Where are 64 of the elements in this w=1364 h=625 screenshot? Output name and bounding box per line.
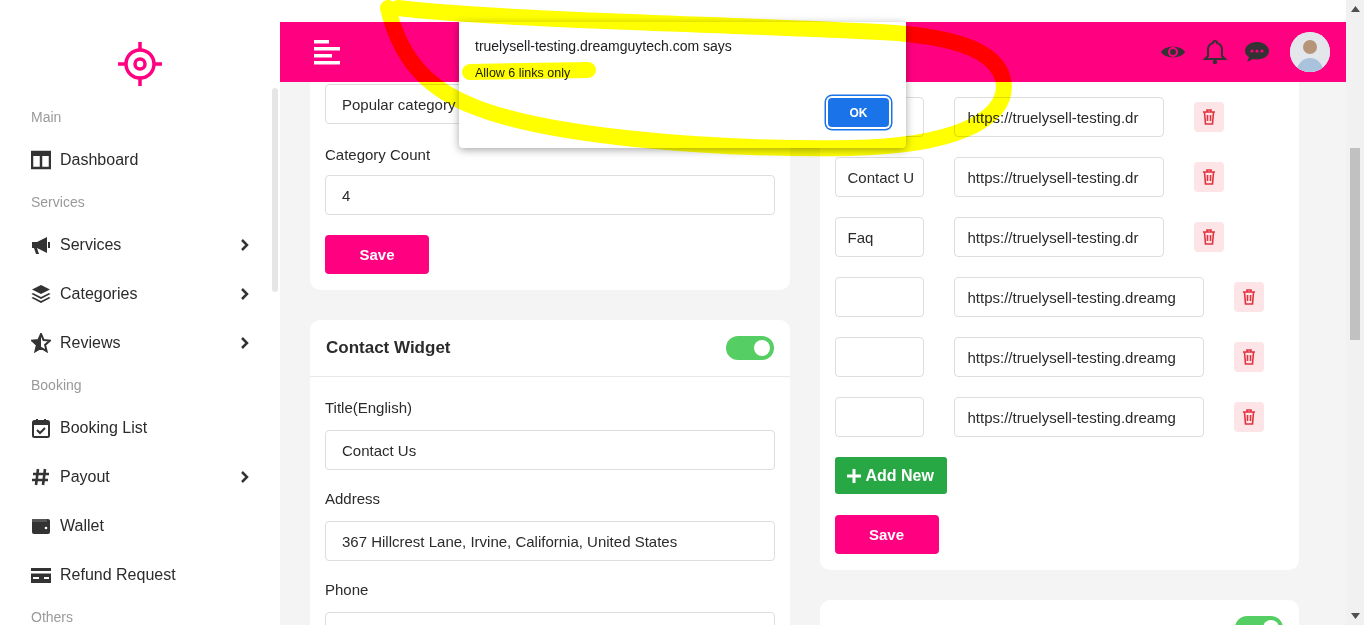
- field-label: Category Count: [325, 145, 432, 165]
- dialog-message: Allow 6 links only: [475, 66, 571, 80]
- dashboard-icon: [31, 149, 51, 170]
- save-button[interactable]: Save: [325, 235, 429, 274]
- chat-icon[interactable]: [1244, 39, 1270, 65]
- scrollbar[interactable]: [272, 88, 278, 292]
- sidebar-item[interactable]: Categories: [0, 269, 280, 318]
- sidebar-item[interactable]: Dashboard: [0, 135, 280, 184]
- trash-icon: [1241, 349, 1256, 365]
- trash-icon: [1201, 169, 1216, 185]
- plus-icon: [846, 468, 861, 483]
- input-field[interactable]: https://truelysell-testing.dr: [953, 157, 1164, 197]
- avatar[interactable]: [1290, 32, 1330, 72]
- toggle-switch[interactable]: [725, 336, 774, 360]
- trash-icon: [1241, 289, 1256, 305]
- menu-icon[interactable]: [314, 39, 342, 65]
- input-field[interactable]: 367 Hillcrest Lane, Irvine, California, United States: [325, 521, 775, 561]
- input-field[interactable]: Contact Us: [325, 430, 775, 470]
- input-field[interactable]: https://truelysell-testing.dreamg: [953, 277, 1204, 317]
- scroll-up-icon[interactable]: [1350, 6, 1360, 12]
- field-label: Phone: [325, 580, 370, 600]
- star-icon: [31, 332, 51, 353]
- trash-icon: [1241, 409, 1256, 425]
- card-title: Contact Widget: [326, 338, 451, 358]
- section-label: Booking: [31, 377, 82, 393]
- field-label: Title(English): [325, 398, 413, 418]
- megaphone-icon: [31, 234, 51, 255]
- target-logo: [116, 40, 164, 88]
- field-label: Address: [325, 489, 382, 509]
- calendar-check-icon: [31, 417, 51, 438]
- sidebar-item[interactable]: Reviews: [0, 318, 280, 367]
- hash-icon: [31, 466, 51, 487]
- input-field[interactable]: [834, 397, 924, 437]
- delete-button[interactable]: [1233, 342, 1264, 372]
- section-label: Main: [31, 109, 62, 125]
- trash-icon: [1201, 109, 1216, 125]
- sidebar-item[interactable]: Booking List: [0, 403, 280, 452]
- section-label: Services: [31, 194, 85, 210]
- input-field[interactable]: [834, 277, 924, 317]
- input-field[interactable]: https://truelysell-testing.dr: [953, 217, 1164, 257]
- section-label: Others: [31, 609, 73, 625]
- layers-icon: [31, 283, 51, 304]
- delete-button[interactable]: [1233, 282, 1264, 312]
- save-button[interactable]: Save: [834, 515, 939, 554]
- input-field[interactable]: 4: [325, 175, 775, 215]
- input-field[interactable]: https://truelysell-testing.dreamg: [953, 337, 1204, 377]
- delete-button[interactable]: [1193, 162, 1224, 192]
- sidebar-item[interactable]: Wallet: [0, 501, 280, 550]
- input-field[interactable]: [834, 337, 924, 377]
- input-field[interactable]: Contact U: [834, 157, 924, 197]
- input-field[interactable]: https://truelysell-testing.dreamg: [953, 397, 1204, 437]
- scrollbar[interactable]: [1350, 148, 1360, 340]
- delete-button[interactable]: [1233, 402, 1264, 432]
- delete-button[interactable]: [1193, 102, 1224, 132]
- sidebar-item[interactable]: Payout: [0, 452, 280, 501]
- dialog-title: truelysell-testing.dreamguytech.com says: [475, 38, 732, 54]
- bell-icon[interactable]: [1202, 39, 1228, 65]
- ok-button[interactable]: OK: [828, 98, 889, 127]
- sidebar-item[interactable]: Services: [0, 220, 280, 269]
- sidebar-item[interactable]: Refund Request: [0, 550, 280, 599]
- input-field[interactable]: Faq: [834, 217, 924, 257]
- delete-button[interactable]: [1193, 222, 1224, 252]
- scroll-down-icon[interactable]: [1350, 613, 1360, 619]
- trash-icon: [1201, 229, 1216, 245]
